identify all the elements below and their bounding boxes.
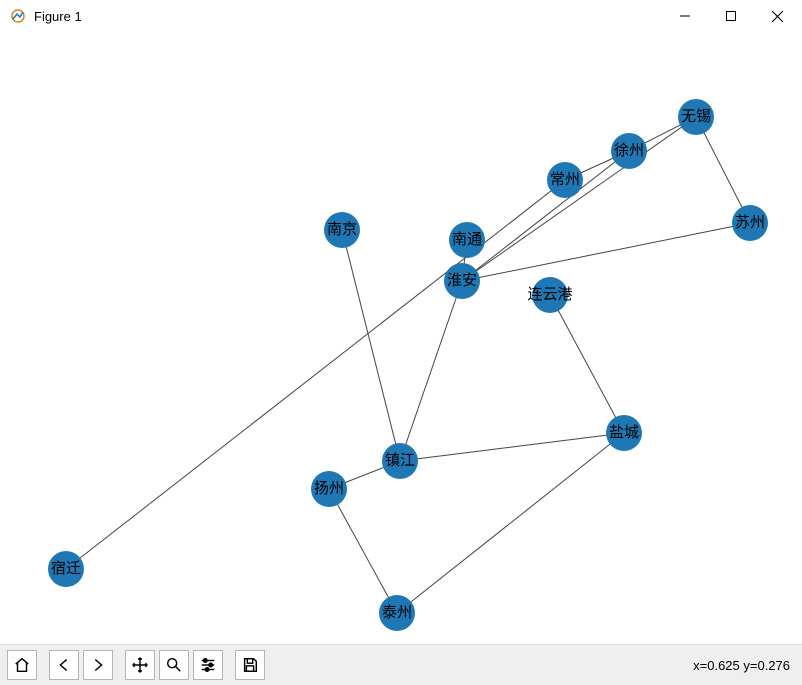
graph-node-label: 苏州	[735, 214, 765, 231]
figure-window: Figure 1 无锡徐州常州苏州 南京南通淮安连云港盐城镇江扬州宿迁泰州	[0, 0, 802, 685]
titlebar: Figure 1	[0, 0, 802, 32]
minimize-button[interactable]	[662, 0, 708, 32]
graph-node-label: 盐城	[609, 424, 639, 441]
graph-edge	[462, 151, 629, 281]
graph-edge	[462, 117, 696, 281]
graph-edge	[66, 180, 565, 569]
graph-edge	[397, 433, 624, 613]
graph-node-label: 徐州	[614, 142, 644, 159]
graph-edge	[400, 281, 462, 461]
save-button[interactable]	[235, 650, 265, 680]
close-button[interactable]	[754, 0, 800, 32]
back-button[interactable]	[49, 650, 79, 680]
configure-button[interactable]	[193, 650, 223, 680]
graph-node-label: 宿迁	[51, 560, 81, 577]
graph-edge	[462, 223, 750, 281]
graph-node-label: 镇江	[385, 452, 415, 469]
zoom-button[interactable]	[159, 650, 189, 680]
network-graph: 无锡徐州常州苏州 南京南通淮安连云港盐城镇江扬州宿迁泰州	[0, 32, 802, 644]
graph-node-label: 无锡	[681, 108, 711, 125]
plot-canvas[interactable]: 无锡徐州常州苏州 南京南通淮安连云港盐城镇江扬州宿迁泰州	[0, 32, 802, 644]
graph-edge	[550, 295, 624, 433]
maximize-button[interactable]	[708, 0, 754, 32]
graph-node-label: 常州	[550, 171, 580, 188]
figure-icon	[8, 6, 28, 26]
forward-button[interactable]	[83, 650, 113, 680]
graph-edge	[329, 489, 397, 613]
graph-edge	[400, 433, 624, 461]
graph-edge	[342, 230, 400, 461]
home-button[interactable]	[7, 650, 37, 680]
graph-node-label: 泰州	[382, 604, 412, 621]
matplotlib-toolbar: x=0.625 y=0.276	[0, 644, 802, 685]
pan-button[interactable]	[125, 650, 155, 680]
window-title: Figure 1	[34, 9, 82, 24]
graph-node-label: 淮安	[447, 272, 477, 289]
graph-node-label: 南通	[452, 231, 482, 248]
graph-node-label: 扬州	[314, 480, 344, 497]
cursor-coordinates: x=0.625 y=0.276	[693, 658, 790, 673]
graph-node-label: 南京	[327, 221, 357, 238]
graph-node-label: 连云港	[527, 286, 572, 303]
